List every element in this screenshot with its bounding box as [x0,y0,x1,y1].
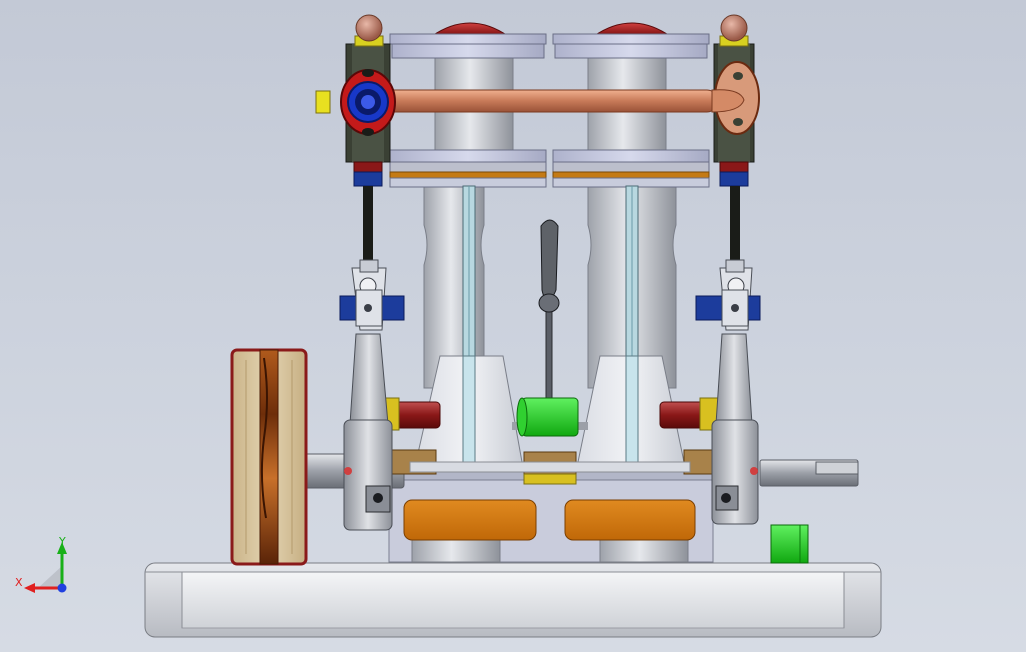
valve-gland-right [719,161,749,187]
oiler-ball-right [719,14,749,47]
flywheel[interactable] [230,348,308,566]
coordinate-triad: Y X [15,535,67,593]
triad-x-label: X [15,576,23,589]
triad-z-axis [57,583,67,593]
base-plate[interactable] [144,562,882,638]
reversing-lever[interactable] [538,219,560,407]
steam-inlet-valve[interactable] [315,69,396,136]
valve-rod-left[interactable] [363,186,373,266]
oiler-ball-left [354,14,384,47]
crank-disk-right[interactable] [711,419,759,525]
valve-rod-right[interactable] [730,186,740,266]
graphics-viewport[interactable]: Y X [0,0,1026,652]
triad-y-label: Y [58,535,66,548]
steam-engine-model[interactable]: Y X [0,0,1026,652]
crank-disk-left[interactable] [343,419,393,531]
small-green-block[interactable] [770,524,809,564]
steam-port-right[interactable] [564,499,696,541]
tie-rod-right[interactable] [659,397,719,431]
steam-port-left[interactable] [403,499,537,541]
triad-x-arrow [24,583,35,593]
valve-gland-left [353,161,383,187]
reverser-block[interactable] [512,397,588,437]
